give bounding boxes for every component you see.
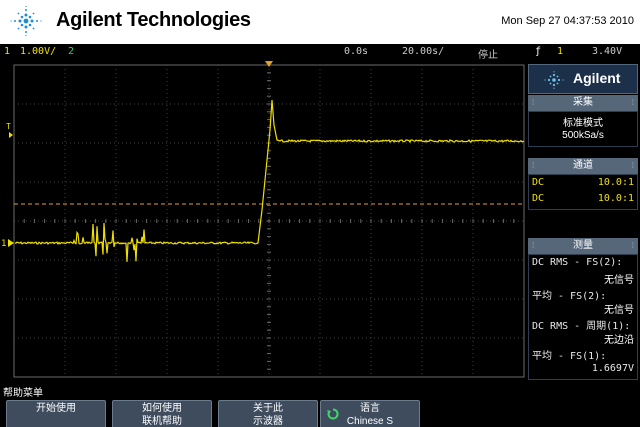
softkey-getting-started[interactable]: 开始使用 xyxy=(6,400,106,427)
brand-name: Agilent Technologies xyxy=(56,9,251,31)
header-bar: Agilent Technologies Mon Sep 27 04:37:53… xyxy=(0,0,640,44)
channels-title: 通道 xyxy=(573,160,593,171)
channels-section-header[interactable]: ⁞ 通道 ⁞ xyxy=(528,158,638,174)
agilent-spark-icon xyxy=(544,71,564,89)
channel2-number[interactable]: 2 xyxy=(68,46,74,57)
side-panel: Agilent ⁞ 采集 ⁞ 标准模式 500kSa/s ⁞ 通道 ⁞ DC 1… xyxy=(528,60,640,382)
trigger-edge-icon: ƒ xyxy=(535,46,542,57)
channel2-coupling: DC xyxy=(532,193,545,204)
trigger-channel[interactable]: 1 xyxy=(557,46,563,57)
acquire-section-header[interactable]: ⁞ 采集 ⁞ xyxy=(528,95,638,111)
panel-logo-box: Agilent xyxy=(528,64,638,94)
acquire-section-body: 标准模式 500kSa/s xyxy=(528,111,638,147)
time-offset[interactable]: 0.0s xyxy=(344,46,368,57)
measurement-label: DC RMS - FS(2): xyxy=(532,257,623,268)
measurement-value: 无信号 xyxy=(604,275,634,286)
channel1-probe: 10.0:1 xyxy=(597,177,634,188)
softkey-label: 如何使用 xyxy=(142,403,182,414)
timebase[interactable]: 20.00s/ xyxy=(402,46,444,57)
softkey-label: 关于此 xyxy=(253,403,283,414)
measurement-value: 无边沿 xyxy=(604,335,634,346)
channel1-number[interactable]: 1 xyxy=(4,46,10,57)
measurement-label: DC RMS - 周期(1): xyxy=(532,321,631,332)
channel1-scale[interactable]: 1.00V/ xyxy=(20,46,56,57)
channels-section-body: DC 10.0:1 DC 10.0:1 xyxy=(528,174,638,210)
rotate-knob-icon xyxy=(327,408,339,420)
measure-section-body: DC RMS - FS(2): 无信号 平均 - FS(2): 无信号 DC R… xyxy=(528,254,638,380)
acquire-title: 采集 xyxy=(573,97,593,108)
measurement-value: 1.6697V xyxy=(591,363,634,374)
trigger-marker-label: T xyxy=(6,122,11,131)
datetime-readout: Mon Sep 27 04:37:53 2010 xyxy=(501,15,634,27)
measurement-label: 平均 - FS(1): xyxy=(532,351,607,362)
trigger-level[interactable]: 3.40V xyxy=(592,46,622,57)
measure-section-header[interactable]: ⁞ 测量 ⁞ xyxy=(528,238,638,254)
softkey-label: 联机帮助 xyxy=(142,416,182,427)
status-bar: 1 1.00V/ 2 0.0s 20.00s/ 停止 ƒ 1 3.40V xyxy=(0,44,640,61)
softkey-label: 开始使用 xyxy=(36,403,76,414)
waveform-display[interactable]: T 1 xyxy=(0,60,528,382)
acquire-mode: 标准模式 xyxy=(563,118,603,129)
measurement-label: 平均 - FS(2): xyxy=(532,291,607,302)
measure-title: 测量 xyxy=(573,240,593,251)
agilent-spark-logo-icon xyxy=(10,5,42,37)
channel1-coupling: DC xyxy=(532,177,545,188)
run-state[interactable]: 停止 xyxy=(478,46,498,61)
softkey-about-scope[interactable]: 关于此 示波器 xyxy=(218,400,318,427)
softkey-how-to-use-help[interactable]: 如何使用 联机帮助 xyxy=(112,400,212,427)
channel2-probe: 10.0:1 xyxy=(597,193,634,204)
softkey-label: 示波器 xyxy=(253,416,283,427)
panel-logo-text: Agilent xyxy=(573,70,621,86)
channel1-ground-label: 1 xyxy=(1,239,6,249)
softkey-language[interactable]: 语言 Chinese S xyxy=(320,400,420,427)
sample-rate: 500kSa/s xyxy=(562,130,604,141)
softkey-menu-title: 帮助菜单 xyxy=(3,388,43,399)
measurement-value: 无信号 xyxy=(604,305,634,316)
